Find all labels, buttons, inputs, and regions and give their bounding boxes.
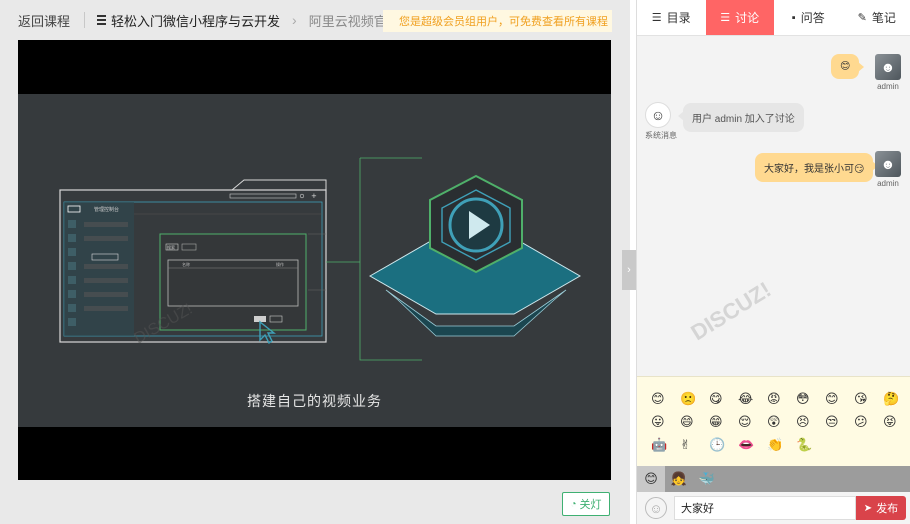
emoji-12-icon[interactable]: 😁 <box>709 414 723 430</box>
lights-off-label: 关灯 <box>579 499 602 511</box>
mock-filter-label: 搜索 <box>167 244 175 250</box>
emoji-2-icon[interactable]: 🙁 <box>680 391 696 407</box>
mock-window-title: 管理控制台 <box>94 206 119 213</box>
emoji-7-icon[interactable]: 😊 <box>825 391 839 407</box>
emoji-17-icon[interactable]: 😕 <box>854 414 868 430</box>
chat-log[interactable]: 😊 ☻ admin ☺ 系统消息 用户 admin 加入了讨论 大家好，我是张小… <box>637 36 910 376</box>
tab-discussion[interactable]: ☰ 讨论 <box>705 0 774 35</box>
side-tabs: ☰ 目录 ☰ 讨论 ▪ 问答 ✎ 笔记 <box>637 0 910 36</box>
emoji-4-icon[interactable]: 😂 <box>738 391 753 407</box>
list-icon: ☰ <box>651 12 662 24</box>
divider <box>84 12 86 28</box>
emoji-15-icon[interactable]: 😣 <box>796 414 810 430</box>
emoji-category-tabs: 😊 👧 🐳 <box>637 466 910 492</box>
emoji-1-icon[interactable]: 😊 <box>651 391 665 407</box>
emoji-3-icon[interactable]: 😋 <box>709 391 723 407</box>
lights-off-button[interactable]: ◔ 关灯 <box>562 492 610 516</box>
emoji-24-icon[interactable]: 🐍 <box>796 437 812 453</box>
qa-icon: ▪ <box>791 11 796 24</box>
emoji-5-icon[interactable]: 😡 <box>767 391 781 407</box>
send-button[interactable]: ➤ 发布 <box>856 496 906 520</box>
emoji-8-icon[interactable]: 😘 <box>854 391 868 407</box>
send-icon: ➤ <box>863 502 873 514</box>
tab-label: 笔记 <box>871 11 896 25</box>
send-label: 发布 <box>876 503 899 515</box>
pencil-icon: ✎ <box>857 12 867 24</box>
chevron-right-icon: › <box>292 12 297 28</box>
chevron-right-icon: › <box>627 264 631 276</box>
sidebar-toggle[interactable]: › <box>622 250 636 290</box>
video-player[interactable]: 管理控制台 搜索 名称 操作 + DISCUZ! 搭建自己的视频业务 <box>18 40 611 480</box>
course-title-text: 轻松入门微信小程序与云开发 <box>111 13 281 29</box>
tab-catalog[interactable]: ☰ 目录 <box>637 0 706 35</box>
side-panel: ☰ 目录 ☰ 讨论 ▪ 问答 ✎ 笔记 😊 ☻ admin ☺ 系统消息 用户 … <box>636 0 910 524</box>
emoji-11-icon[interactable]: 😄 <box>680 414 694 430</box>
svg-text:+: + <box>311 192 317 200</box>
emoji-tab-smileys[interactable]: 😊 <box>637 466 665 492</box>
course-title[interactable]: 轻松入门微信小程序与云开发 <box>97 11 280 30</box>
message-input[interactable] <box>674 496 856 520</box>
emoji-picker: 😊 🙁 😋 😂 😡 😳 😊 😘 🤔 😛 😄 😁 😌 😲 😣 😒 😕 😝 🤖 ✌ … <box>637 376 910 466</box>
mock-col-2: 操作 <box>276 261 284 267</box>
tab-qa[interactable]: ▪ 问答 <box>774 0 843 35</box>
emoji-tab-animals[interactable]: 🐳 <box>693 466 721 492</box>
emoji-14-icon[interactable]: 😲 <box>767 414 781 430</box>
back-to-course-link[interactable]: 返回课程 <box>18 11 70 30</box>
list-icon: ☰ <box>720 12 731 24</box>
tab-label: 问答 <box>800 11 825 25</box>
course-player-area: 返回课程 轻松入门微信小程序与云开发 › 阿里云视频官言 您是超级会员组用户，可… <box>0 0 630 524</box>
tab-notes[interactable]: ✎ 笔记 <box>843 0 910 35</box>
emoji-6-icon[interactable]: 😳 <box>796 391 810 407</box>
vip-notice: 您是超级会员组用户，可免费查看所有课程 <box>383 10 612 32</box>
emoji-13-icon[interactable]: 😌 <box>738 414 752 430</box>
video-frame: 管理控制台 搜索 名称 操作 + DISCUZ! 搭建自己的视频业务 <box>18 94 611 427</box>
menu-icon <box>97 13 107 27</box>
emoji-tab-people[interactable]: 👧 <box>665 466 693 492</box>
emoji-toggle-icon[interactable]: ☺ <box>645 497 667 519</box>
chat-input-bar: ☺ ➤ 发布 <box>637 492 910 524</box>
svg-text:DISCUZ!: DISCUZ! <box>686 277 775 345</box>
video-caption: 搭建自己的视频业务 <box>247 393 382 409</box>
video-illustration: 管理控制台 搜索 名称 操作 + DISCUZ! <box>59 157 582 361</box>
emoji-19-icon[interactable]: 🤖 <box>651 437 667 453</box>
vip-notice-text: 您是超级会员组用户，可免费查看所有课程 <box>399 16 608 28</box>
emoji-22-icon[interactable]: 👄 <box>738 437 754 453</box>
tab-label: 讨论 <box>735 11 760 25</box>
bulb-icon: ◔ <box>570 498 577 510</box>
emoji-10-icon[interactable]: 😛 <box>651 414 665 430</box>
emoji-23-icon[interactable]: 👏 <box>767 437 783 453</box>
tab-label: 目录 <box>666 11 691 25</box>
emoji-21-icon[interactable]: 🕒 <box>709 437 725 453</box>
emoji-9-icon[interactable]: 🤔 <box>883 391 899 407</box>
emoji-18-icon[interactable]: 😝 <box>883 414 897 430</box>
mock-col-1: 名称 <box>182 261 190 267</box>
emoji-20-icon[interactable]: ✌ <box>680 437 691 453</box>
watermark: DISCUZ! <box>686 277 775 345</box>
emoji-16-icon[interactable]: 😒 <box>825 414 839 430</box>
